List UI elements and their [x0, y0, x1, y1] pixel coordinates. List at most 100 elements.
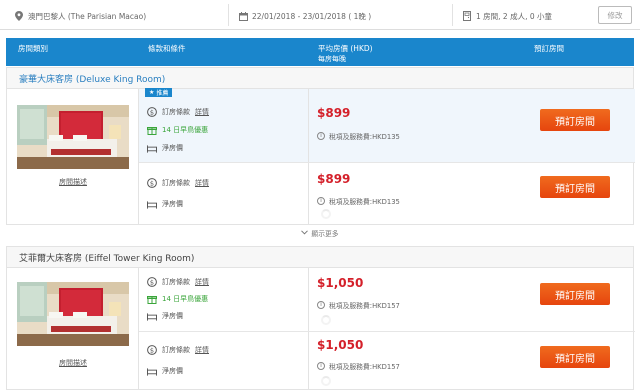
chevron-down-icon: [301, 229, 309, 237]
book-room-button[interactable]: 預訂房間: [540, 109, 610, 131]
divider: [452, 4, 453, 26]
terms-label: 訂房條款: [162, 108, 190, 116]
door-icon: [462, 11, 472, 21]
calendar-icon: [238, 11, 248, 21]
show-more-link[interactable]: 顯示更多: [6, 226, 634, 240]
rate-type: 淨房價: [147, 366, 183, 376]
star-icon: ★: [149, 89, 155, 96]
gift-icon: [147, 125, 157, 135]
bed-icon: [147, 366, 157, 376]
room-photo[interactable]: [17, 282, 129, 346]
terms-details-link[interactable]: 詳情: [195, 345, 209, 355]
rate-type-label: 淨房價: [162, 312, 183, 320]
offer-label: 14 日早鳥優惠: [162, 126, 209, 134]
bed-icon: [147, 311, 157, 321]
tax-info: i 稅項及服務費:HKD157: [317, 361, 400, 371]
booking-terms: $ 訂房條款 詳情: [147, 277, 209, 287]
bed-icon: [147, 199, 157, 209]
tax-label: 稅項及服務費:HKD157: [329, 302, 400, 310]
date-field[interactable]: 22/01/2018 - 23/01/2018 ( 1晚 ): [238, 9, 371, 23]
badge-label: 推薦: [156, 90, 169, 97]
col-room-type: 房間類別: [18, 44, 48, 53]
dollar-circle-icon: $: [147, 107, 157, 117]
rate-type-label: 淨房價: [162, 200, 183, 208]
booking-terms: $ 訂房條款 詳情: [147, 345, 209, 355]
gift-icon: [147, 294, 157, 304]
rate-row: $ 訂房條款 詳情 14 日早鳥優惠 淨房價 $1,050 i 稅項及服務費:H: [139, 268, 635, 332]
info-icon[interactable]: i: [317, 197, 325, 205]
early-bird-offer: 14 日早鳥優惠: [147, 125, 208, 135]
price: $1,050: [317, 338, 364, 352]
dollar-circle-icon: $: [147, 178, 157, 188]
tax-info: i 稅項及服務費:HKD135: [317, 131, 400, 141]
location-pin-icon: [14, 11, 24, 21]
room-image-column: 房間描述: [7, 89, 139, 224]
rate-conditions: ★ 推薦 $ 訂房條款 詳情 14 日早鳥優惠 淨房價: [139, 88, 309, 162]
col-terms: 條款和條件: [148, 44, 186, 53]
room-title-eiffel-tower-king[interactable]: 艾菲爾大床客房 (Eiffel Tower King Room): [6, 246, 634, 268]
col-book: 預訂房間: [534, 44, 564, 53]
book-room-button[interactable]: 預訂房間: [540, 176, 610, 198]
divider: [228, 4, 229, 26]
recommend-badge: ★ 推薦: [145, 88, 173, 97]
offer-label: 14 日早鳥優惠: [162, 295, 209, 303]
room-photo[interactable]: [17, 105, 129, 169]
col-avg-price-sub: 每房每晚: [318, 55, 346, 63]
tax-label: 稅項及服務費:HKD135: [329, 198, 400, 206]
book-room-button[interactable]: 預訂房間: [540, 346, 610, 368]
guests-summary: 1 房間, 2 成人, 0 小童: [476, 11, 553, 21]
hotel-name: 澳門巴黎人 (The Parisian Macao): [28, 11, 147, 21]
rate-type: 淨房價: [147, 143, 183, 153]
rate-conditions: $ 訂房條款 詳情 淨房價: [139, 332, 309, 390]
terms-label: 訂房條款: [162, 346, 190, 354]
rate-type: 淨房價: [147, 311, 183, 321]
booking-terms: $ 訂房條款 詳情: [147, 178, 209, 188]
modify-button[interactable]: 修改: [598, 6, 632, 24]
booking-terms: $ 訂房條款 詳情: [147, 107, 209, 117]
loading-spinner: [321, 376, 331, 386]
price: $899: [317, 172, 351, 186]
terms-label: 訂房條款: [162, 179, 190, 187]
rate-type-label: 淨房價: [162, 367, 183, 375]
price: $1,050: [317, 276, 364, 290]
hotel-field[interactable]: 澳門巴黎人 (The Parisian Macao): [14, 9, 146, 23]
tax-info: i 稅項及服務費:HKD157: [317, 300, 400, 310]
svg-text:$: $: [150, 108, 154, 116]
col-avg-price: 平均房價 (HKD): [318, 44, 373, 53]
rate-type: 淨房價: [147, 199, 183, 209]
terms-details-link[interactable]: 詳情: [195, 107, 209, 117]
rate-row: $ 訂房條款 詳情 淨房價 $1,050 i 稅項及服務費:HKD157 預訂房…: [139, 332, 635, 390]
svg-text:$: $: [150, 179, 154, 187]
room-title-deluxe-king[interactable]: 豪華大床客房 (Deluxe King Room): [6, 67, 634, 89]
tax-info: i 稅項及服務費:HKD135: [317, 196, 400, 206]
info-icon[interactable]: i: [317, 132, 325, 140]
rate-row: ★ 推薦 $ 訂房條款 詳情 14 日早鳥優惠 淨房價 $899 i 稅項及服務…: [139, 88, 635, 163]
terms-details-link[interactable]: 詳情: [195, 178, 209, 188]
svg-text:$: $: [150, 346, 154, 354]
loading-spinner: [321, 209, 331, 219]
dollar-circle-icon: $: [147, 345, 157, 355]
date-range: 22/01/2018 - 23/01/2018 ( 1晚 ): [252, 11, 372, 21]
rate-conditions: $ 訂房條款 詳情 14 日早鳥優惠 淨房價: [139, 268, 309, 331]
tax-label: 稅項及服務費:HKD135: [329, 133, 400, 141]
book-room-button[interactable]: 預訂房間: [540, 283, 610, 305]
room-details-link[interactable]: 房間描述: [7, 358, 139, 368]
rate-type-label: 淨房價: [162, 144, 183, 152]
room-block-eiffel-tower-king: 房間描述 $ 訂房條款 詳情 14 日早鳥優惠 淨房價 $1,050 i 稅項及…: [6, 268, 635, 390]
loading-spinner: [321, 315, 331, 325]
guests-field[interactable]: 1 房間, 2 成人, 0 小童: [462, 9, 552, 23]
room-image-column: 房間描述: [7, 268, 139, 389]
info-icon[interactable]: i: [317, 362, 325, 370]
rate-row: $ 訂房條款 詳情 淨房價 $899 i 稅項及服務費:HKD135 預訂房間: [139, 163, 635, 225]
rate-conditions: $ 訂房條款 詳情 淨房價: [139, 163, 309, 225]
bed-icon: [147, 143, 157, 153]
terms-details-link[interactable]: 詳情: [195, 277, 209, 287]
early-bird-offer: 14 日早鳥優惠: [147, 294, 208, 304]
search-summary-bar: 澳門巴黎人 (The Parisian Macao) 22/01/2018 - …: [0, 0, 640, 30]
room-details-link[interactable]: 房間描述: [7, 177, 139, 187]
show-more-label: 顯示更多: [311, 230, 339, 238]
svg-text:$: $: [150, 278, 154, 286]
rates-table-header: 房間類別 條款和條件 平均房價 (HKD) 每房每晚 預訂房間: [6, 38, 634, 66]
tax-label: 稅項及服務費:HKD157: [329, 363, 400, 371]
info-icon[interactable]: i: [317, 301, 325, 309]
